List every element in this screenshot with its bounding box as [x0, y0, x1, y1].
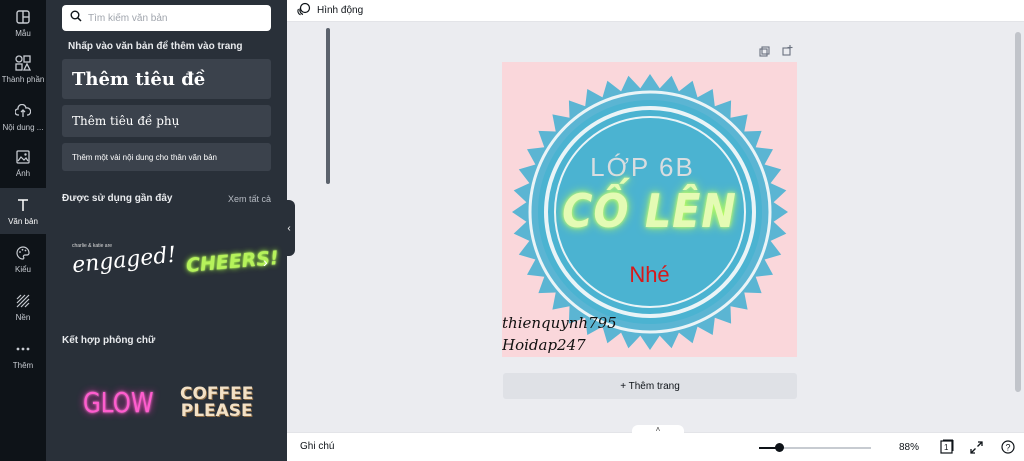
rail-label: Văn bản — [8, 217, 38, 226]
rail-item-elements[interactable]: Thành phần — [0, 46, 46, 92]
rail-item-styles[interactable]: Kiểu — [0, 236, 46, 282]
image-icon — [13, 148, 33, 166]
background-icon — [13, 292, 33, 310]
chevron-up-icon[interactable]: ˄ — [632, 425, 684, 435]
palette-icon — [13, 244, 33, 262]
canvas-scrollbar[interactable] — [1015, 28, 1021, 425]
combo-text-glow[interactable]: GLOW — [83, 386, 154, 419]
chevron-left-icon: ‹ — [287, 222, 291, 234]
animate-icon — [297, 2, 311, 19]
chevron-right-icon[interactable]: › — [263, 254, 268, 270]
see-all-link[interactable]: Xem tất cả — [228, 194, 271, 204]
search-input[interactable] — [88, 12, 258, 24]
design-text-nhe[interactable]: Nhé — [502, 262, 797, 288]
collapse-panel-button[interactable]: ‹ — [283, 200, 295, 256]
bottom-toolbar: ˄ Ghi chú 88% 1 ? — [287, 425, 1024, 461]
recently-used-title: Được sử dụng gần đây — [62, 193, 173, 204]
rail-item-photos[interactable]: Ảnh — [0, 140, 46, 186]
template-icon — [13, 8, 33, 26]
design-signature-2[interactable]: Hoidap247 — [502, 336, 586, 354]
top-toolbar: Hình động — [287, 0, 1024, 22]
text-panel: Nhấp vào văn bản để thêm vào trang Thêm … — [46, 0, 330, 461]
left-rail: Mẫu Thành phần Nội dung ... Ảnh Văn bản … — [0, 0, 46, 461]
rail-label: Mẫu — [15, 29, 31, 38]
combo-text-line: PLEASE — [180, 401, 253, 421]
rail-item-more[interactable]: Thêm — [0, 332, 46, 378]
rail-item-background[interactable]: Nền — [0, 284, 46, 330]
search-box[interactable] — [62, 5, 271, 31]
font-combinations-title: Kết hợp phông chữ — [62, 335, 156, 346]
rail-item-uploads[interactable]: Nội dung ... — [0, 94, 46, 140]
panel-scrollbar[interactable] — [326, 28, 330, 184]
recent-text-sample-caption: charlie & katie are — [72, 243, 113, 249]
rail-label: Nền — [15, 313, 31, 322]
page-count-icon[interactable]: 1 — [939, 439, 955, 455]
zoom-slider-thumb[interactable] — [775, 443, 785, 452]
design-page[interactable]: LỚP 6B CỐ LÊN Nhé thienquynh795 Hoidap24… — [502, 62, 797, 357]
animate-label: Hình động — [317, 5, 364, 16]
design-text-headline[interactable]: CỐ LÊN — [517, 184, 783, 238]
rail-label: Kiểu — [14, 265, 31, 274]
rail-item-templates[interactable]: Mẫu — [0, 0, 46, 46]
canvas-scrollbar-thumb[interactable] — [1015, 32, 1021, 392]
more-icon — [13, 340, 33, 358]
add-heading-button[interactable]: Thêm tiêu đề — [62, 59, 271, 99]
rail-label: Ảnh — [15, 169, 31, 178]
design-text-class[interactable]: LỚP 6B — [502, 152, 790, 183]
rail-item-text[interactable]: Văn bản — [0, 188, 46, 234]
design-signature-1[interactable]: thienquynh795 — [502, 314, 617, 332]
help-icon[interactable]: ? — [1000, 439, 1016, 455]
panel-hint: Nhấp vào văn bản để thêm vào trang — [68, 41, 243, 52]
rail-label: Nội dung ... — [2, 123, 44, 132]
text-icon — [13, 196, 33, 214]
fullscreen-icon[interactable] — [968, 439, 984, 455]
combo-text-coffee-please[interactable]: COFFEE PLEASE — [180, 386, 253, 420]
add-page-button[interactable]: + Thêm trang — [503, 373, 797, 399]
elements-icon — [13, 54, 33, 72]
add-subheading-button[interactable]: Thêm tiêu đề phụ — [62, 105, 271, 137]
zoom-level[interactable]: 88% — [899, 442, 919, 453]
page-number: 1 — [944, 443, 949, 452]
search-icon — [70, 9, 82, 27]
animate-button[interactable]: Hình động — [297, 2, 363, 19]
add-page-icon[interactable] — [780, 43, 794, 57]
rail-label: Thành phần — [1, 75, 45, 84]
notes-button[interactable]: Ghi chú — [300, 441, 334, 452]
duplicate-page-icon[interactable] — [757, 44, 771, 58]
rail-label: Thêm — [12, 361, 34, 370]
svg-text:?: ? — [1005, 443, 1010, 453]
add-body-text-button[interactable]: Thêm một vài nội dung cho thân văn bản — [62, 143, 271, 171]
upload-icon — [13, 102, 33, 120]
